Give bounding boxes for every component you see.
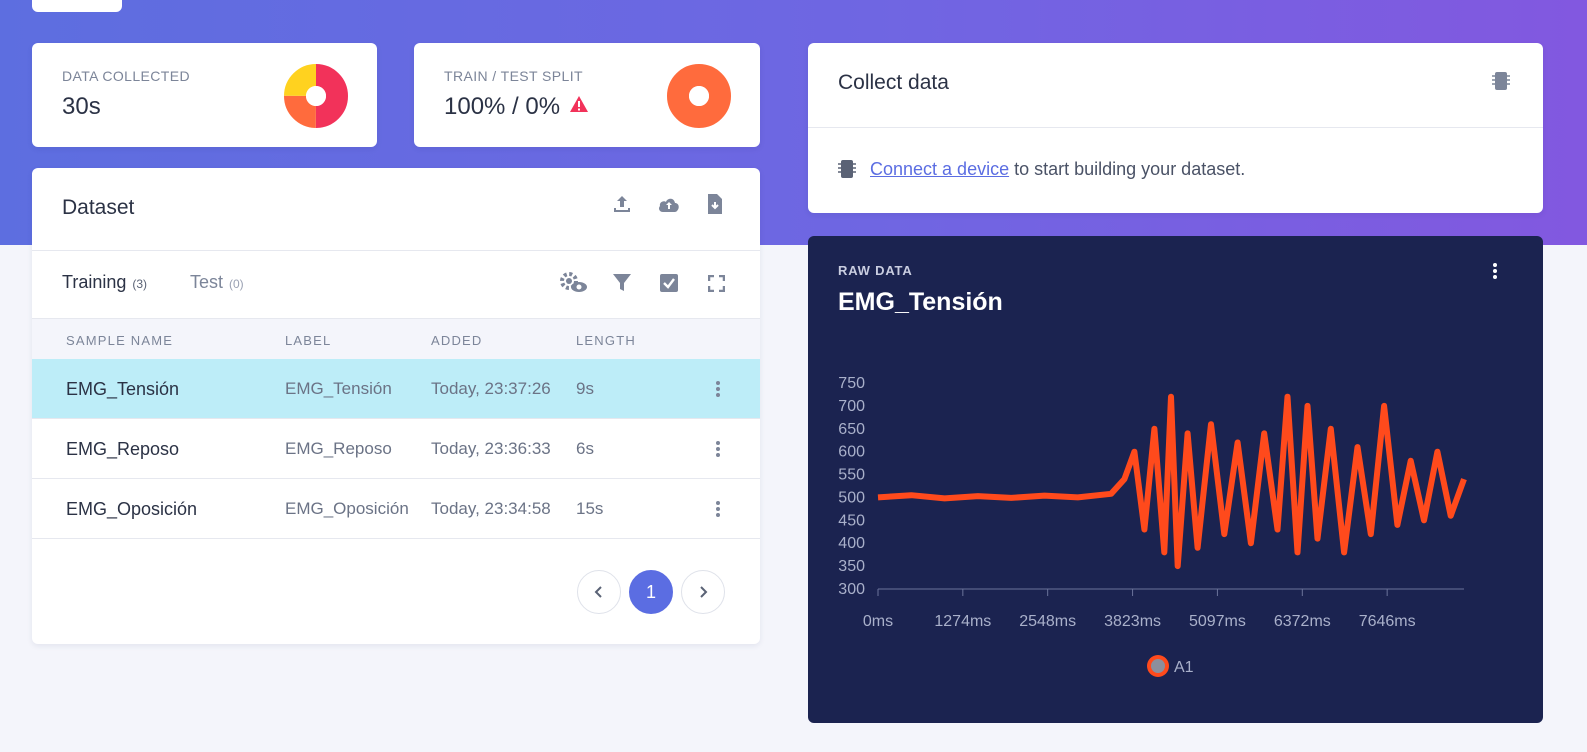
chevron-right-icon — [700, 586, 708, 598]
split-value: 100% / 0% — [444, 93, 589, 121]
select-checkbox-icon[interactable] — [660, 274, 678, 292]
y-tick-label: 450 — [838, 512, 865, 529]
export-file-icon[interactable] — [707, 194, 723, 214]
device-icon — [838, 160, 856, 178]
expand-icon[interactable] — [708, 275, 725, 292]
raw-data-panel: RAW DATA EMG_Tensión 750 700 650 600 550 500 4… — [808, 236, 1543, 723]
tab-test-label: Test — [190, 272, 224, 292]
raw-data-chart: 750 700 650 600 550 500 450 400 350 300 0ms 1274ms 2… — [838, 375, 1467, 677]
x-tick-label: 7646ms — [1359, 613, 1416, 630]
sample-added: Today, 23:36:33 — [431, 439, 551, 458]
y-tick-label: 700 — [838, 398, 865, 415]
y-tick-label: 350 — [838, 558, 865, 575]
table-header: SAMPLE NAME LABEL ADDED LENGTH — [32, 318, 760, 360]
sample-added: Today, 23:34:58 — [431, 499, 551, 518]
divider — [32, 250, 760, 251]
col-length[interactable]: LENGTH — [576, 333, 636, 348]
collect-data-card: Collect data Connect a device to start b… — [808, 43, 1543, 213]
tab-test-count: (0) — [229, 277, 244, 291]
upload-icon[interactable] — [612, 194, 632, 214]
legend-label: A1 — [1174, 659, 1194, 676]
tab-test[interactable]: Test (0) — [190, 272, 244, 293]
warning-icon[interactable] — [570, 96, 589, 112]
sample-length: 15s — [576, 499, 604, 518]
sample-name: EMG_Tensión — [66, 379, 180, 399]
prev-page-button[interactable] — [577, 570, 621, 614]
x-tick-label: 1274ms — [934, 613, 991, 630]
page-button-current[interactable]: 1 — [629, 570, 673, 614]
split-label: TRAIN / TEST SPLIT — [444, 68, 583, 84]
row-menu-icon[interactable] — [714, 439, 722, 459]
tab-training[interactable]: Training (3) — [62, 272, 147, 293]
connect-device-link[interactable]: Connect a device — [870, 159, 1009, 179]
tab-training-count: (3) — [132, 277, 148, 291]
label-distribution-donut — [284, 64, 348, 128]
device-icon[interactable] — [1492, 71, 1510, 91]
top-nav-tab[interactable] — [32, 0, 122, 12]
connect-device-message: Connect a device to start building your … — [870, 159, 1245, 180]
row-menu-icon[interactable] — [714, 499, 722, 519]
next-page-button[interactable] — [681, 570, 725, 614]
sample-name: EMG_Reposo — [66, 439, 180, 459]
sample-label: EMG_Tensión — [285, 379, 392, 398]
split-value-text: 100% / 0% — [444, 93, 561, 120]
data-collected-value: 30s — [62, 93, 101, 120]
dataset-card: Dataset Training (3) Test (0) SAMPLE NAME … — [32, 168, 760, 644]
split-donut — [667, 64, 731, 128]
col-label[interactable]: LABEL — [285, 333, 331, 348]
sample-length: 9s — [576, 379, 594, 398]
x-tick-label: 3823ms — [1104, 613, 1161, 630]
x-tick-label: 6372ms — [1274, 613, 1331, 630]
table-row[interactable]: EMG_Reposo EMG_Reposo Today, 23:36:33 6s — [32, 419, 760, 479]
connect-device-rest: to start building your dataset. — [1009, 159, 1246, 179]
y-tick-label: 750 — [838, 375, 865, 392]
chevron-left-icon — [594, 586, 602, 598]
dataset-title: Dataset — [62, 196, 135, 219]
y-tick-label: 300 — [838, 581, 865, 598]
col-added[interactable]: ADDED — [431, 333, 483, 348]
legend-marker-inner — [1151, 659, 1165, 673]
y-tick-label: 500 — [838, 489, 865, 506]
divider — [808, 127, 1543, 128]
y-tick-label: 400 — [838, 535, 865, 552]
data-collected-card: DATA COLLECTED 30s — [32, 43, 377, 147]
sample-name: EMG_Oposición — [66, 499, 198, 519]
train-test-split-card: TRAIN / TEST SPLIT 100% / 0% — [414, 43, 760, 147]
data-collected-label: DATA COLLECTED — [62, 68, 190, 84]
cloud-upload-icon[interactable] — [657, 195, 681, 213]
sample-length: 6s — [576, 439, 594, 458]
tab-training-label: Training — [62, 272, 127, 292]
x-tick-label: 0ms — [863, 613, 893, 630]
y-tick-label: 650 — [838, 421, 865, 438]
row-menu-icon[interactable] — [714, 379, 722, 399]
collect-data-title: Collect data — [838, 71, 949, 94]
x-tick-label: 5097ms — [1189, 613, 1246, 630]
filter-icon[interactable] — [612, 273, 632, 293]
y-tick-label: 600 — [838, 444, 865, 461]
table-row[interactable]: EMG_Tensión EMG_Tensión Today, 23:37:26 … — [32, 359, 760, 419]
sample-label: EMG_Reposo — [285, 439, 392, 458]
sample-added: Today, 23:37:26 — [431, 379, 551, 398]
sample-label: EMG_Oposición — [285, 499, 409, 518]
y-tick-label: 550 — [838, 467, 865, 484]
view-settings-icon[interactable] — [559, 271, 589, 295]
col-sample-name[interactable]: SAMPLE NAME — [66, 333, 173, 348]
x-tick-label: 2548ms — [1019, 613, 1076, 630]
series-line-a1 — [877, 393, 1467, 570]
table-row[interactable]: EMG_Oposición EMG_Oposición Today, 23:34… — [32, 479, 760, 539]
